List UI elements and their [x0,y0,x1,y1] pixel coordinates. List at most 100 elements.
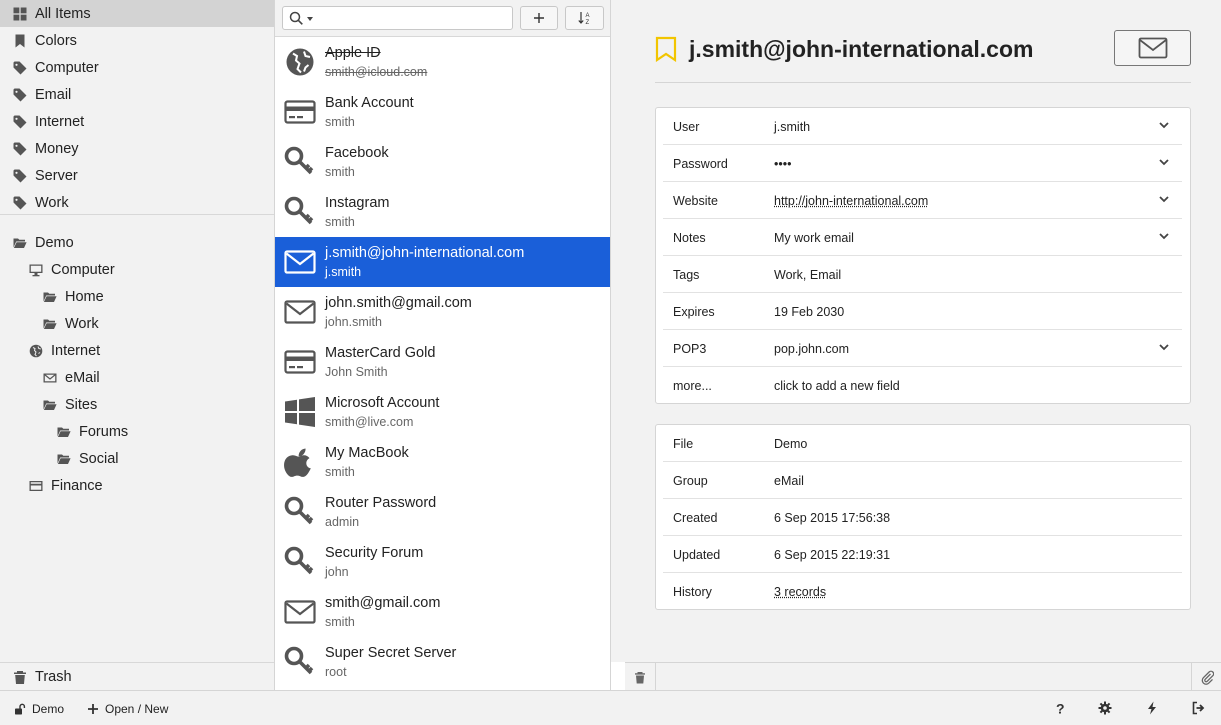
sidebar-item-work[interactable]: Work [0,189,274,216]
field-row-more[interactable]: more... click to add a new field [663,367,1182,404]
list-item[interactable]: Security Forum john [275,537,610,587]
sidebar-item-all-items[interactable]: All Items [0,0,274,27]
field-row-password[interactable]: Password •••• [663,145,1182,182]
list-item[interactable]: Microsoft Account smith@live.com [275,387,610,437]
list-item[interactable]: Router Password admin [275,487,610,537]
list-item[interactable]: smith@gmail.com smith [275,587,610,637]
field-value[interactable]: Demo [774,437,807,451]
field-value[interactable]: 3 records [774,585,826,599]
group-item-label: Internet [51,342,101,359]
envelope-icon [284,296,316,328]
envelope-icon [284,246,316,278]
chevron-down-icon[interactable] [1158,193,1170,205]
lock-exit-button[interactable] [1191,701,1205,715]
field-value[interactable]: 19 Feb 2030 [774,305,844,319]
sort-button[interactable]: AZ [565,6,604,30]
group-item-computer[interactable]: Computer [0,256,274,283]
field-value[interactable]: My work email [774,231,854,245]
sidebar-item-trash[interactable]: Trash [0,663,274,690]
search-box[interactable] [282,6,513,30]
card-icon [29,479,43,493]
field-row-created[interactable]: Created 6 Sep 2015 17:56:38 [663,499,1182,536]
list-item[interactable]: Apple ID smith@icloud.com [275,37,610,87]
sidebar-item-server[interactable]: Server [0,162,274,189]
sidebar-item-email[interactable]: Email [0,81,274,108]
field-row-file[interactable]: File Demo [663,425,1182,462]
sidebar-item-computer[interactable]: Computer [0,54,274,81]
search-input[interactable] [317,10,507,27]
chevron-down-icon[interactable] [1158,156,1170,168]
field-row-expires[interactable]: Expires 19 Feb 2030 [663,293,1182,330]
group-item-demo[interactable]: Demo [0,229,274,256]
field-value[interactable]: eMail [774,474,804,488]
list-item[interactable]: john.smith@gmail.com john.smith [275,287,610,337]
chevron-down-icon[interactable] [1158,230,1170,242]
list-item-subtitle: smith@live.com [325,415,414,429]
help-button[interactable]: ? [1053,701,1067,717]
open-file-demo[interactable]: Demo [14,702,64,716]
chevron-down-icon[interactable] [1158,341,1170,353]
field-row-notes[interactable]: Notes My work email [663,219,1182,256]
open-new-button[interactable]: Open / New [87,702,168,716]
key-icon [284,196,316,228]
field-label: Tags [673,268,700,282]
group-item-email[interactable]: eMail [0,364,274,391]
settings-button[interactable] [1098,701,1112,715]
sort-az-icon: AZ [577,12,589,26]
field-value[interactable]: j.smith [774,120,810,134]
field-value[interactable]: •••• [774,157,792,171]
group-item-work[interactable]: Work [0,310,274,337]
field-value[interactable]: 6 Sep 2015 17:56:38 [774,511,890,525]
delete-item-button[interactable] [634,671,646,684]
field-row-tags[interactable]: Tags Work, Email [663,256,1182,293]
attach-icon[interactable] [1201,670,1214,685]
chevron-down-icon[interactable] [307,17,313,21]
list-item[interactable]: My MacBook smith [275,437,610,487]
field-row-user[interactable]: User j.smith [663,108,1182,145]
list-item[interactable]: Bank Account smith [275,87,610,137]
svg-text:?: ? [1056,701,1065,715]
chevron-down-icon[interactable] [1158,119,1170,131]
sidebar-item-money[interactable]: Money [0,135,274,162]
list-item[interactable]: j.smith@john-international.com j.smith [275,237,610,287]
sidebar-item-colors[interactable]: Colors [0,27,274,54]
search-icon[interactable] [289,11,304,26]
sidebar-item-label: Email [35,86,72,103]
field-value[interactable]: Work, Email [774,268,841,282]
tag-icon [13,169,27,183]
detail-pane: j.smith@john-international.com User j.smi… [611,0,1221,662]
group-item-forums[interactable]: Forums [0,418,274,445]
list-item-title: Bank Account [325,95,414,111]
field-label: POP3 [673,342,707,356]
item-icon-button[interactable] [1114,30,1191,66]
field-row-pop3[interactable]: POP3 pop.john.com [663,330,1182,367]
footer-divider [1191,663,1192,691]
group-item-sites[interactable]: Sites [0,391,274,418]
group-item-internet[interactable]: Internet [0,337,274,364]
field-value[interactable]: http://john-international.com [774,194,928,208]
generator-button[interactable] [1145,701,1159,715]
field-row-history[interactable]: History 3 records [663,573,1182,610]
add-item-button[interactable] [520,6,558,30]
group-item-finance[interactable]: Finance [0,472,274,499]
field-label: Password [673,157,728,171]
group-item-social[interactable]: Social [0,445,274,472]
item-title[interactable]: j.smith@john-international.com [689,36,1033,63]
list-item-title: My MacBook [325,445,409,461]
sidebar: All Items Colors Computer Email Internet Mone… [0,0,275,690]
envelope-icon [1138,37,1167,59]
field-row-website[interactable]: Website http://john-international.com [663,182,1182,219]
group-item-home[interactable]: Home [0,283,274,310]
list-item[interactable]: Instagram smith [275,187,610,237]
list-item[interactable]: Super Secret Server root [275,637,610,687]
list-item[interactable]: MasterCard Gold John Smith [275,337,610,387]
field-value[interactable]: click to add a new field [774,379,900,393]
field-row-updated[interactable]: Updated 6 Sep 2015 22:19:31 [663,536,1182,573]
field-value[interactable]: 6 Sep 2015 22:19:31 [774,548,890,562]
list-item[interactable]: Facebook smith [275,137,610,187]
sidebar-item-internet[interactable]: Internet [0,108,274,135]
bookmark-icon[interactable] [655,36,677,62]
field-row-group[interactable]: Group eMail [663,462,1182,499]
field-value[interactable]: pop.john.com [774,342,849,356]
apple-icon [284,446,316,478]
